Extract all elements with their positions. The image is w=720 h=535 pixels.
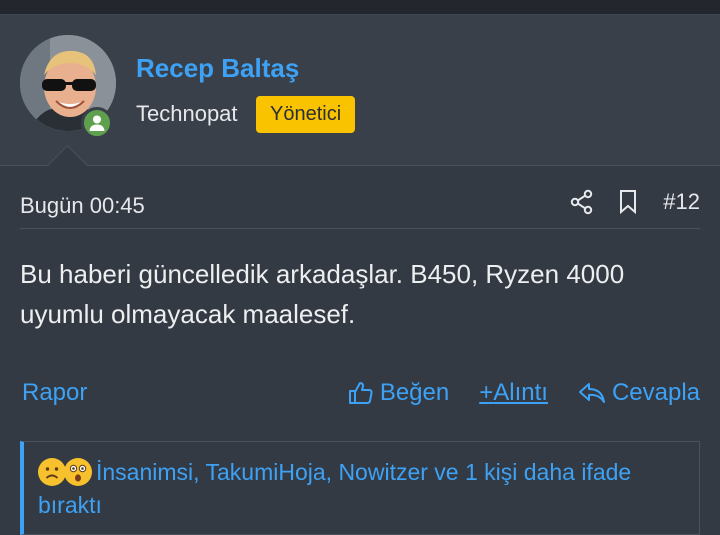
post-card: Recep Baltaş Technopat Yönetici Bugün 00… <box>0 14 720 535</box>
reply-arrow-icon <box>578 383 605 403</box>
divider <box>20 228 700 229</box>
post-actions: Beğen + Alıntı Cevapla <box>318 379 700 407</box>
page-top-edge <box>0 0 720 14</box>
reactions-summary[interactable]: İnsanimsi, TakumiHoja, Nowitzer ve 1 kiş… <box>38 456 678 522</box>
like-label: Beğen <box>379 379 450 406</box>
post-message: Bu haberi güncelledik arkadaşlar. B450, … <box>20 259 625 329</box>
thumbs-up-icon <box>348 382 373 404</box>
like-button[interactable]: Beğen <box>348 379 449 407</box>
quote-button[interactable]: + Alıntı <box>479 379 548 407</box>
reactions-bar: İnsanimsi, TakumiHoja, Nowitzer ve 1 kiş… <box>20 441 700 535</box>
username[interactable]: Recep Baltaş <box>136 53 299 84</box>
quote-plus-icon: + <box>479 379 494 406</box>
user-header: Recep Baltaş Technopat Yönetici <box>0 15 720 166</box>
post-timestamp[interactable]: Bugün 00:45 <box>20 193 145 219</box>
bookmark-icon[interactable] <box>617 189 639 215</box>
reactions-text: İnsanimsi, TakumiHoja, Nowitzer ve 1 kiş… <box>38 459 632 518</box>
post-meta-actions: #12 <box>547 189 700 215</box>
reply-label: Cevapla <box>611 379 700 406</box>
reply-button[interactable]: Cevapla <box>578 379 700 407</box>
user-title: Technopat <box>136 101 238 126</box>
quote-label: Alıntı <box>493 379 548 406</box>
online-user-icon <box>81 107 113 139</box>
role-badge: Yönetici <box>256 96 356 133</box>
sad-face-icon <box>38 458 66 486</box>
share-icon[interactable] <box>569 189 595 215</box>
report-link[interactable]: Rapor <box>22 379 87 407</box>
post-number[interactable]: #12 <box>663 189 700 215</box>
astonished-face-icon <box>64 458 92 486</box>
